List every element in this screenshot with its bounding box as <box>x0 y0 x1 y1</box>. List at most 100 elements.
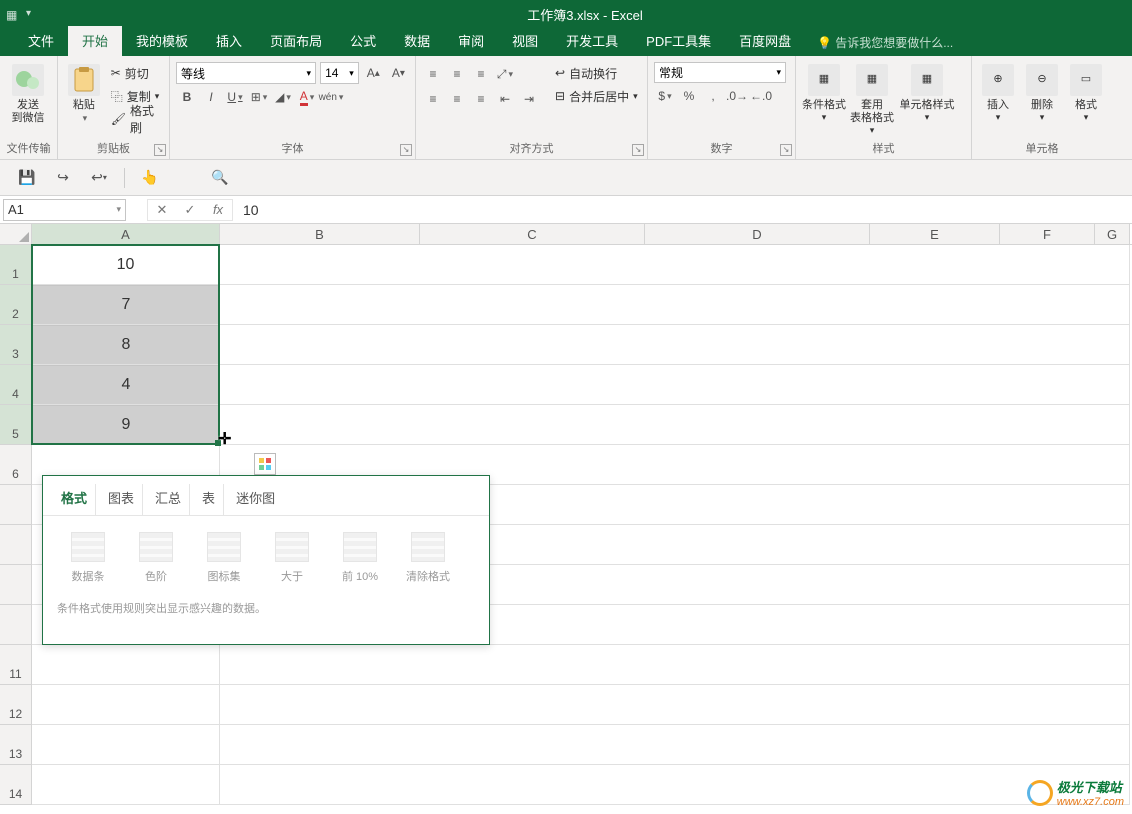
cell-A12[interactable] <box>32 685 220 725</box>
row-header-11[interactable]: 11 <box>0 645 32 685</box>
tab-developer[interactable]: 开发工具 <box>552 26 632 56</box>
number-format-select[interactable]: 常规▾ <box>654 62 786 83</box>
save-button[interactable]: 💾 <box>16 167 38 189</box>
tab-review[interactable]: 审阅 <box>444 26 498 56</box>
send-wechat-button[interactable]: 发送 到微信 <box>6 62 50 125</box>
cell-B13[interactable] <box>220 725 1130 765</box>
wrap-text-button[interactable]: ↩自动换行 <box>552 62 641 84</box>
qa-tab-totals[interactable]: 汇总 <box>147 484 190 515</box>
col-header-G[interactable]: G <box>1095 224 1130 244</box>
cell-A14[interactable] <box>32 765 220 805</box>
increase-indent-button[interactable]: ⇥ <box>518 88 540 110</box>
bold-button[interactable]: B <box>176 86 198 108</box>
cell-B5[interactable] <box>220 405 1130 445</box>
row-header-8[interactable]: 8 <box>0 525 32 565</box>
cancel-formula-button[interactable]: ✕ <box>148 202 176 218</box>
italic-button[interactable]: I <box>200 86 222 108</box>
cut-button[interactable]: ✂剪切 <box>108 62 163 84</box>
tab-data[interactable]: 数据 <box>390 26 444 56</box>
number-launcher[interactable]: ↘ <box>780 144 792 156</box>
cell-B11[interactable] <box>220 645 1130 685</box>
fill-color-button[interactable]: ◢ <box>272 86 294 108</box>
col-header-B[interactable]: B <box>220 224 420 244</box>
cell-B4[interactable] <box>220 365 1130 405</box>
conditional-format-button[interactable]: ▦条件格式▾ <box>802 62 846 123</box>
cell-B1[interactable] <box>220 245 1130 285</box>
qa-item-greater[interactable]: 大于 <box>265 532 319 584</box>
align-bottom-button[interactable]: ≡ <box>470 63 492 85</box>
name-box[interactable]: A1▾ <box>3 199 126 221</box>
cell-A3[interactable]: 8 <box>32 325 220 365</box>
fx-button[interactable]: fx <box>204 202 232 217</box>
orientation-button[interactable]: ⤢ <box>494 63 516 85</box>
cell-A2[interactable]: 7 <box>32 285 220 325</box>
row-header-12[interactable]: 12 <box>0 685 32 725</box>
col-header-C[interactable]: C <box>420 224 645 244</box>
tab-view[interactable]: 视图 <box>498 26 552 56</box>
qat-arrow-icon[interactable]: ▾ <box>26 8 38 20</box>
increase-decimal-button[interactable]: .0→ <box>726 85 748 107</box>
touch-mode-button[interactable]: 👆 <box>139 167 161 189</box>
quick-analysis-button[interactable] <box>254 453 276 475</box>
decrease-decimal-button[interactable]: ←.0 <box>750 85 772 107</box>
tab-baidu[interactable]: 百度网盘 <box>725 26 805 56</box>
cell-A5[interactable]: 9 <box>32 405 220 445</box>
insert-cells-button[interactable]: ⊕插入▾ <box>978 62 1018 123</box>
cell-B3[interactable] <box>220 325 1130 365</box>
font-color-button[interactable]: A <box>296 86 318 108</box>
cell-B14[interactable] <box>220 765 1130 805</box>
cell-A13[interactable] <box>32 725 220 765</box>
border-button[interactable]: ⊞ <box>248 86 270 108</box>
delete-cells-button[interactable]: ⊖删除▾ <box>1022 62 1062 123</box>
redo-button[interactable]: ↪ <box>52 167 74 189</box>
tell-me-search[interactable]: 💡 告诉我您想要做什么... <box>817 34 953 56</box>
tab-home[interactable]: 开始 <box>68 26 122 56</box>
qa-item-databars[interactable]: 数据条 <box>61 532 115 584</box>
qa-item-colorscale[interactable]: 色阶 <box>129 532 183 584</box>
qa-item-top10[interactable]: 前 10% <box>333 532 387 584</box>
underline-button[interactable]: U <box>224 86 246 108</box>
qa-tab-format[interactable]: 格式 <box>53 484 96 515</box>
col-header-E[interactable]: E <box>870 224 1000 244</box>
decrease-font-button[interactable]: A▾ <box>388 62 409 84</box>
qa-item-iconset[interactable]: 图标集 <box>197 532 251 584</box>
currency-button[interactable]: $ <box>654 85 676 107</box>
print-preview-button[interactable]: 🔍 <box>209 167 231 189</box>
tab-formulas[interactable]: 公式 <box>336 26 390 56</box>
percent-button[interactable]: % <box>678 85 700 107</box>
font-name-select[interactable]: 等线▾ <box>176 62 316 84</box>
row-header-4[interactable]: 4 <box>0 365 32 405</box>
cells-area[interactable]: 10 7 8 4 9 ✛ 格式 图表 汇总 表 迷你图 <box>32 245 1130 805</box>
row-header-5[interactable]: 5 <box>0 405 32 445</box>
row-header-2[interactable]: 2 <box>0 285 32 325</box>
tab-layout[interactable]: 页面布局 <box>256 26 336 56</box>
row-header-13[interactable]: 13 <box>0 725 32 765</box>
align-right-button[interactable]: ≡ <box>470 88 492 110</box>
col-header-A[interactable]: A <box>32 224 220 244</box>
align-top-button[interactable]: ≡ <box>422 63 444 85</box>
tab-pdf[interactable]: PDF工具集 <box>632 26 725 56</box>
row-header-1[interactable]: 1 <box>0 245 32 285</box>
qa-tab-chart[interactable]: 图表 <box>100 484 143 515</box>
font-launcher[interactable]: ↘ <box>400 144 412 156</box>
cell-B12[interactable] <box>220 685 1130 725</box>
align-launcher[interactable]: ↘ <box>632 144 644 156</box>
cell-A4[interactable]: 4 <box>32 365 220 405</box>
font-size-select[interactable]: 14▾ <box>320 62 359 84</box>
qa-item-clear[interactable]: 清除格式 <box>401 532 455 584</box>
qa-tab-table[interactable]: 表 <box>194 484 224 515</box>
increase-font-button[interactable]: A▴ <box>363 62 384 84</box>
comma-button[interactable]: , <box>702 85 724 107</box>
cell-A1[interactable]: 10 <box>32 245 220 285</box>
cell-B2[interactable] <box>220 285 1130 325</box>
row-header-9[interactable]: 9 <box>0 565 32 605</box>
undo-button[interactable]: ↩▾ <box>88 167 110 189</box>
paste-button[interactable]: 粘贴 <box>64 62 104 125</box>
row-header-10[interactable]: 10 <box>0 605 32 645</box>
align-left-button[interactable]: ≡ <box>422 88 444 110</box>
align-center-button[interactable]: ≡ <box>446 88 468 110</box>
row-header-14[interactable]: 14 <box>0 765 32 805</box>
formula-input[interactable] <box>233 199 1132 221</box>
cell-A11[interactable] <box>32 645 220 685</box>
merge-center-button[interactable]: ⊟合并后居中▾ <box>552 85 641 107</box>
